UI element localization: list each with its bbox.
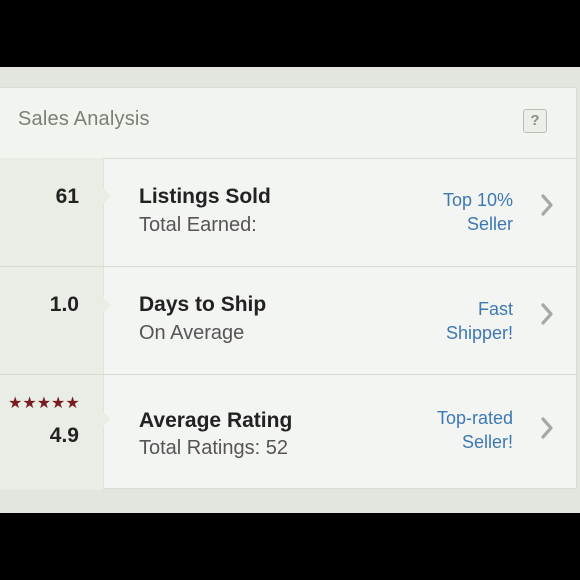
shipper-badge[interactable]: Fast Shipper! [446, 297, 513, 345]
stat-row-days-to-ship[interactable]: 1.0 Days to Ship On Average Fast Shipper… [0, 267, 576, 375]
badge-line-2: Seller! [461, 432, 513, 452]
star-rating-icon: ★★★★★ [8, 395, 80, 412]
sales-analysis-frame: Sales Analysis ? 61 Listings Sold Total … [0, 67, 580, 513]
stat-value: 1.0 [49, 293, 79, 316]
stat-value: 61 [55, 185, 79, 208]
panel-header: Sales Analysis ? [0, 88, 576, 159]
stat-label: Average Rating [139, 409, 293, 432]
stat-column: ★★★★★ 4.9 [0, 375, 111, 490]
badge-line-1: Fast [477, 299, 513, 319]
stat-column: 61 [0, 158, 111, 266]
stat-notch [103, 297, 111, 313]
seller-badge[interactable]: Top 10% Seller [443, 188, 513, 236]
stat-sublabel: On Average [139, 322, 245, 344]
stat-row-listings-sold[interactable]: 61 Listings Sold Total Earned: Top 10% S… [0, 158, 576, 267]
stat-label: Listings Sold [139, 185, 271, 208]
top-rated-badge[interactable]: Top-rated Seller! [437, 406, 513, 454]
badge-line-2: Seller [466, 214, 513, 234]
chevron-right-icon[interactable] [540, 416, 554, 440]
chevron-right-icon[interactable] [540, 302, 554, 326]
stat-notch [103, 411, 111, 427]
badge-line-1: Top 10% [442, 190, 513, 210]
help-button[interactable]: ? [523, 109, 547, 133]
stat-label: Days to Ship [139, 293, 267, 316]
stat-notch [103, 188, 111, 204]
chevron-right-icon[interactable] [540, 193, 554, 217]
stat-column: 1.0 [0, 267, 111, 374]
stat-row-average-rating[interactable]: ★★★★★ 4.9 Average Rating Total Ratings: … [0, 375, 576, 490]
badge-line-2: Shipper! [445, 323, 513, 343]
badge-line-1: Top-rated [436, 408, 513, 428]
stat-sublabel: Total Ratings: 52 [139, 437, 288, 459]
sales-analysis-panel: Sales Analysis ? 61 Listings Sold Total … [0, 87, 577, 490]
panel-title: Sales Analysis [18, 108, 150, 130]
stat-value: 4.9 [49, 424, 79, 447]
stat-sublabel: Total Earned: [139, 214, 257, 236]
